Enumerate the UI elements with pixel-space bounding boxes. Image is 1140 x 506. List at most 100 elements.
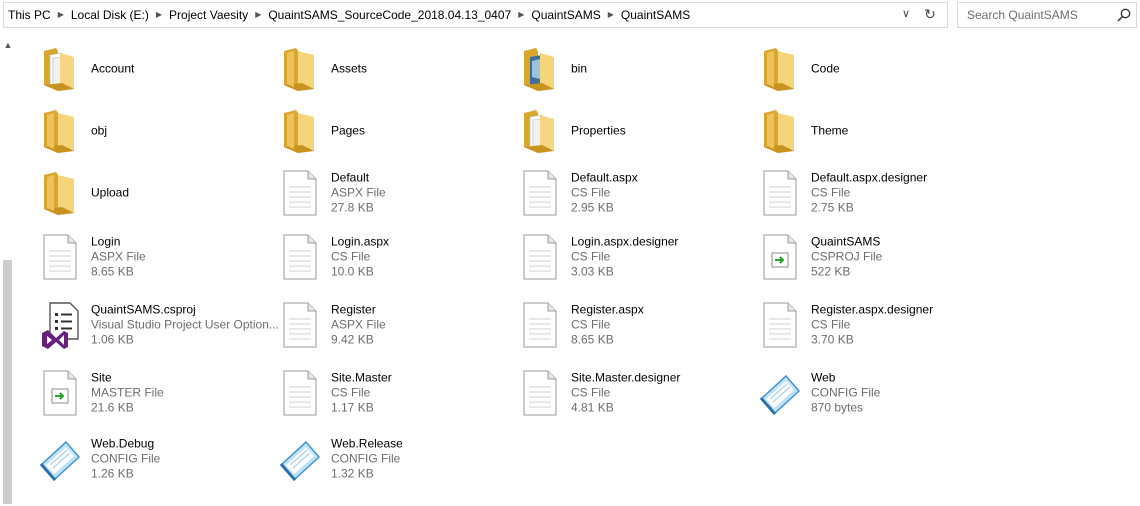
file-item[interactable]: Site.Master.designer CS File 4.81 KB bbox=[518, 364, 756, 422]
search-icon[interactable] bbox=[1116, 7, 1132, 23]
file-item[interactable]: Site MASTER File 21.6 KB bbox=[38, 364, 276, 422]
file-item[interactable]: Login ASPX File 8.65 KB bbox=[38, 228, 276, 286]
chevron-right-icon[interactable]: ▶ bbox=[512, 10, 530, 19]
item-name: Theme bbox=[811, 123, 849, 138]
item-details: Login.aspx.designer CS File 3.03 KB bbox=[571, 235, 678, 280]
folder-icon bbox=[278, 45, 322, 93]
item-size: 2.75 KB bbox=[811, 200, 854, 215]
search-box[interactable]: Search QuaintSAMS bbox=[957, 2, 1137, 28]
item-details: bin bbox=[571, 62, 587, 77]
folder-item[interactable]: Upload bbox=[38, 164, 276, 222]
item-type: CS File bbox=[571, 185, 611, 200]
item-type: CS File bbox=[571, 385, 611, 400]
item-type: ASPX File bbox=[331, 185, 386, 200]
file-item[interactable]: Register ASPX File 9.42 KB bbox=[278, 296, 516, 354]
folder-icon bbox=[758, 107, 802, 155]
refresh-icon[interactable]: ↻ bbox=[921, 6, 939, 24]
document-icon bbox=[518, 301, 562, 349]
item-details: QuaintSAMS CSPROJ File 522 KB bbox=[811, 235, 882, 280]
item-name: Default.aspx bbox=[571, 170, 638, 185]
folder-icon bbox=[518, 107, 562, 155]
item-name: Default bbox=[331, 170, 370, 185]
folder-item[interactable]: Code bbox=[758, 40, 996, 98]
folder-item[interactable]: obj bbox=[38, 102, 276, 160]
chevron-right-icon[interactable]: ▶ bbox=[249, 10, 267, 19]
file-item[interactable]: Web.Release CONFIG File 1.32 KB bbox=[278, 430, 516, 488]
chevron-right-icon[interactable]: ▶ bbox=[602, 10, 620, 19]
item-name: Site.Master.designer bbox=[571, 370, 681, 385]
scroll-up-icon[interactable]: ▲ bbox=[2, 40, 14, 50]
folder-item[interactable]: Account bbox=[38, 40, 276, 98]
item-name: Account bbox=[91, 61, 135, 76]
file-item[interactable]: Web.Debug CONFIG File 1.26 KB bbox=[38, 430, 276, 488]
notepad-icon bbox=[758, 369, 802, 417]
breadcrumb-item[interactable]: QuaintSAMS bbox=[530, 8, 601, 22]
chevron-right-icon[interactable]: ▶ bbox=[150, 10, 168, 19]
item-name: Pages bbox=[331, 123, 366, 138]
item-details: Login.aspx CS File 10.0 KB bbox=[331, 235, 389, 280]
item-details: QuaintSAMS.csproj Visual Studio Project U… bbox=[91, 303, 279, 348]
file-item[interactable]: Login.aspx CS File 10.0 KB bbox=[278, 228, 516, 286]
document-icon bbox=[38, 233, 82, 281]
item-type: CONFIG File bbox=[811, 385, 881, 400]
breadcrumb-item[interactable]: QuaintSAMS_SourceCode_2018.04.13_0407 bbox=[267, 8, 512, 22]
document-icon bbox=[278, 301, 322, 349]
item-name: bin bbox=[571, 61, 588, 76]
vertical-scrollbar[interactable]: ▲ bbox=[0, 36, 17, 506]
item-size: 522 KB bbox=[811, 264, 851, 279]
file-item[interactable]: Register.aspx.designer CS File 3.70 KB bbox=[758, 296, 996, 354]
file-item[interactable]: Site.Master CS File 1.17 KB bbox=[278, 364, 516, 422]
file-item[interactable]: Default.aspx.designer CS File 2.75 KB bbox=[758, 164, 996, 222]
breadcrumb-item[interactable]: Project Vaesity bbox=[168, 8, 249, 22]
item-details: Default.aspx.designer CS File 2.75 KB bbox=[811, 171, 927, 216]
notepad-icon bbox=[38, 435, 82, 483]
item-type: CSPROJ File bbox=[811, 249, 883, 264]
file-item[interactable]: QuaintSAMS CSPROJ File 522 KB bbox=[758, 228, 996, 286]
item-size: 1.26 KB bbox=[91, 466, 134, 481]
file-item[interactable]: Login.aspx.designer CS File 3.03 KB bbox=[518, 228, 756, 286]
item-type: CS File bbox=[571, 317, 611, 332]
document-icon bbox=[518, 233, 562, 281]
file-item[interactable]: Register.aspx CS File 8.65 KB bbox=[518, 296, 756, 354]
item-details: Theme bbox=[811, 124, 848, 139]
scroll-thumb[interactable] bbox=[3, 260, 12, 504]
folder-item[interactable]: Theme bbox=[758, 102, 996, 160]
folder-icon bbox=[278, 107, 322, 155]
folder-item[interactable]: Assets bbox=[278, 40, 516, 98]
breadcrumb-item[interactable]: QuaintSAMS bbox=[620, 8, 691, 22]
file-item[interactable]: Default.aspx CS File 2.95 KB bbox=[518, 164, 756, 222]
file-item[interactable]: Web CONFIG File 870 bytes bbox=[758, 364, 996, 422]
breadcrumb-item[interactable]: This PC bbox=[7, 8, 52, 22]
address-toolbar: This PC ▶ Local Disk (E:) ▶ Project Vaesity ▶… bbox=[0, 0, 1140, 30]
item-details: Properties bbox=[571, 124, 626, 139]
item-name: Web.Debug bbox=[91, 436, 155, 451]
folder-icon bbox=[38, 45, 82, 93]
item-size: 9.42 KB bbox=[331, 332, 374, 347]
item-details: Default.aspx CS File 2.95 KB bbox=[571, 171, 638, 216]
item-size: 1.32 KB bbox=[331, 466, 374, 481]
item-type: CS File bbox=[811, 317, 851, 332]
shortcut-file-icon bbox=[38, 369, 82, 417]
document-icon bbox=[278, 233, 322, 281]
folder-item[interactable]: bin bbox=[518, 40, 756, 98]
folder-icon bbox=[38, 107, 82, 155]
breadcrumb-item[interactable]: Local Disk (E:) bbox=[70, 8, 150, 22]
item-name: QuaintSAMS.csproj bbox=[91, 302, 196, 317]
item-name: obj bbox=[91, 123, 108, 138]
item-details: Pages bbox=[331, 124, 365, 139]
item-size: 8.65 KB bbox=[91, 264, 134, 279]
item-name: Register.aspx bbox=[571, 302, 644, 317]
item-name: Register bbox=[331, 302, 376, 317]
chevron-down-icon[interactable]: ∨ bbox=[899, 7, 913, 23]
folder-item[interactable]: Pages bbox=[278, 102, 516, 160]
item-details: Upload bbox=[91, 186, 129, 201]
item-type: ASPX File bbox=[91, 249, 146, 264]
item-details: Site MASTER File 21.6 KB bbox=[91, 371, 164, 416]
file-item[interactable]: Default ASPX File 27.8 KB bbox=[278, 164, 516, 222]
file-item[interactable]: QuaintSAMS.csproj Visual Studio Project U… bbox=[38, 296, 279, 354]
address-bar[interactable]: This PC ▶ Local Disk (E:) ▶ Project Vaesity ▶… bbox=[3, 2, 948, 28]
folder-item[interactable]: Properties bbox=[518, 102, 756, 160]
chevron-right-icon[interactable]: ▶ bbox=[52, 10, 70, 19]
document-icon bbox=[758, 169, 802, 217]
item-size: 1.17 KB bbox=[331, 400, 374, 415]
